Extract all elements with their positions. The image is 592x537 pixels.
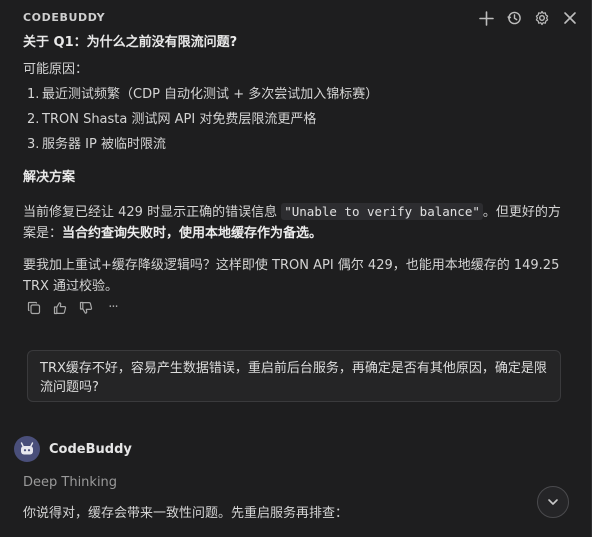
causes-list: 1. 最近测试频繁（CDP 自动化测试 + 多次尝试加入锦标赛） 2. TRON S… <box>23 84 563 155</box>
inline-code: "Unable to verify balance" <box>281 203 483 220</box>
list-number: 2. <box>27 112 40 127</box>
assistant-answer: 关于 Q1：为什么之前没有限流问题? 可能原因： 1. 最近测试频繁（CDP 自动… <box>23 32 563 297</box>
chevron-down-icon <box>548 499 558 505</box>
bot-reply: 你说得对，缓存会带来一致性问题。先重启服务再排查： <box>23 506 349 521</box>
causes-label: 可能原因： <box>23 62 89 77</box>
plus-icon[interactable] <box>477 9 495 27</box>
app-title: CODEBUDDY <box>23 11 106 24</box>
list-text: 服务器 IP 被临时限流 <box>42 137 166 152</box>
list-number: 1. <box>27 87 40 102</box>
solution-text-a: 当前修复已经让 429 时显示正确的错误信息 <box>23 205 282 220</box>
more-icon[interactable]: ··· <box>104 300 122 315</box>
avatar <box>14 436 40 462</box>
solution-title: 解决方案 <box>23 170 76 185</box>
robot-icon <box>20 442 34 455</box>
solution-paragraph-2: 要我加上重试+缓存降级逻辑吗？这样即使 TRON API 偶尔 429，也能用本… <box>23 258 560 294</box>
scroll-down-button[interactable] <box>537 486 569 518</box>
solution-emphasis: 当合约查询失败时，使用本地缓存作为备选。 <box>62 226 323 241</box>
solution-paragraph-1: 当前修复已经让 429 时显示正确的错误信息 "Unable to verify… <box>23 201 563 244</box>
list-text: TRON Shasta 测试网 API 对免费层限流更严格 <box>42 112 317 127</box>
copy-icon[interactable] <box>26 300 41 315</box>
list-item: 1. 最近测试频繁（CDP 自动化测试 + 多次尝试加入锦标赛） <box>23 84 563 105</box>
thumbs-up-icon[interactable] <box>52 300 67 315</box>
close-icon[interactable] <box>561 9 579 27</box>
chat-panel: CODEBUDDY 关于 Q1：为什么之前没有限流问题? 可能原因： 1. 最近测… <box>0 0 592 537</box>
list-item: 2. TRON Shasta 测试网 API 对免费层限流更严格 <box>23 109 563 130</box>
list-item: 3. 服务器 IP 被临时限流 <box>23 134 563 155</box>
feedback-bar: ··· <box>26 300 122 315</box>
panel-header: CODEBUDDY <box>0 0 591 36</box>
question-title: 关于 Q1：为什么之前没有限流问题? <box>23 35 238 50</box>
bot-header: CodeBuddy <box>14 436 132 462</box>
list-number: 3. <box>27 137 40 152</box>
header-actions <box>477 9 579 27</box>
thinking-status[interactable]: Deep Thinking <box>23 475 117 490</box>
gear-icon[interactable] <box>533 9 551 27</box>
thumbs-down-icon[interactable] <box>78 300 93 315</box>
list-text: 最近测试频繁（CDP 自动化测试 + 多次尝试加入锦标赛） <box>42 87 379 102</box>
user-message: TRX缓存不好，容易产生数据错误，重启前后台服务，再确定是否有其他原因，确定是限… <box>27 350 561 402</box>
bot-name: CodeBuddy <box>49 441 132 457</box>
history-icon[interactable] <box>505 9 523 27</box>
